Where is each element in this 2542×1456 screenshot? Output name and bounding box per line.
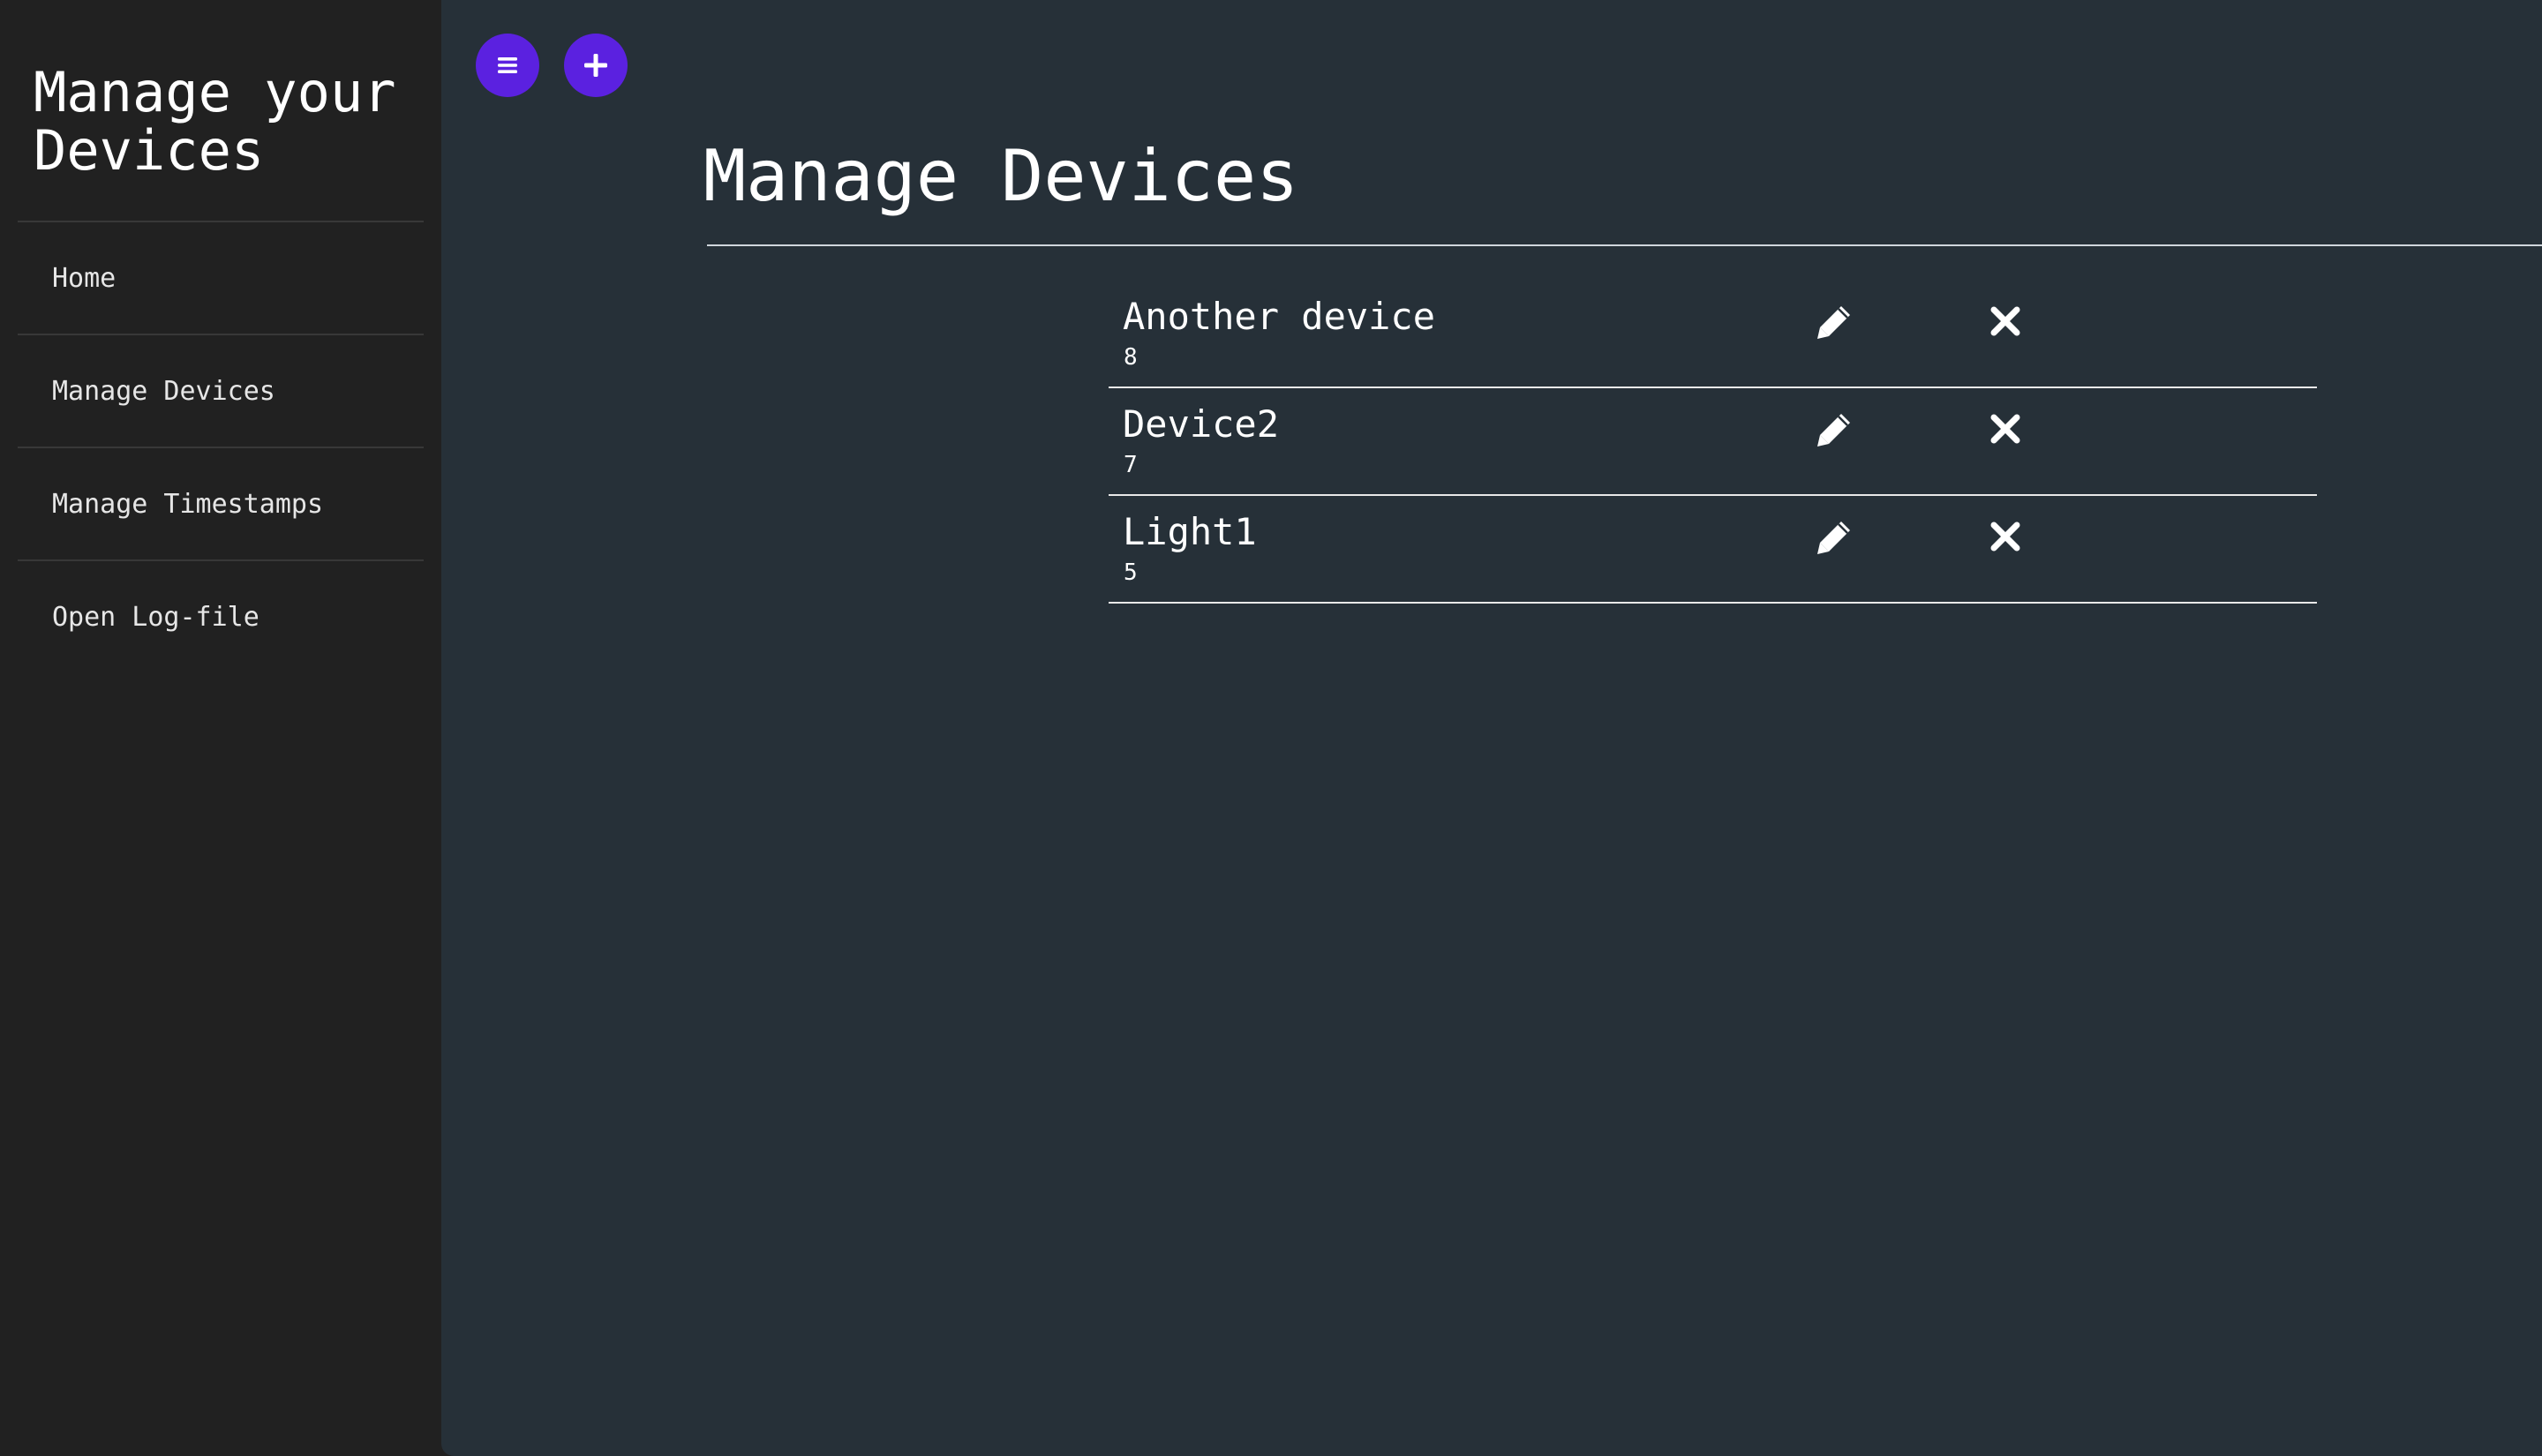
device-row: Light1 5 bbox=[1109, 496, 2317, 604]
pencil-icon bbox=[1817, 522, 1850, 554]
sidebar-item-home[interactable]: Home bbox=[18, 221, 424, 334]
device-list: Another device 8 Device2 7 Light1 5 bbox=[1109, 281, 2317, 604]
delete-button[interactable] bbox=[1981, 296, 2030, 346]
title-divider bbox=[707, 244, 2542, 246]
delete-button[interactable] bbox=[1981, 512, 2030, 561]
sidebar-item-open-log-file[interactable]: Open Log-file bbox=[18, 559, 424, 672]
device-name: Device2 bbox=[1123, 402, 1280, 446]
sidebar-item-label: Home bbox=[52, 262, 117, 294]
edit-button[interactable] bbox=[1810, 404, 1860, 454]
add-device-button[interactable] bbox=[564, 34, 628, 97]
sidebar-item-manage-devices[interactable]: Manage Devices bbox=[18, 334, 424, 447]
menu-icon bbox=[498, 57, 517, 73]
close-icon bbox=[1990, 306, 2020, 336]
main-content: Manage Devices Another device 8 Device2 bbox=[441, 0, 2542, 1456]
sidebar-title: Manage your Devices bbox=[34, 60, 396, 183]
device-id: 7 bbox=[1124, 452, 1138, 478]
close-icon bbox=[1990, 414, 2020, 444]
plus-icon bbox=[584, 54, 607, 77]
page-title: Manage Devices bbox=[703, 135, 1299, 217]
device-row: Another device 8 bbox=[1109, 281, 2317, 388]
sidebar-nav: Home Manage Devices Manage Timestamps Op… bbox=[18, 221, 424, 672]
menu-button[interactable] bbox=[476, 34, 539, 97]
device-id: 8 bbox=[1124, 344, 1138, 371]
delete-button[interactable] bbox=[1981, 404, 2030, 454]
sidebar-item-label: Open Log-file bbox=[52, 601, 259, 633]
device-id: 5 bbox=[1124, 559, 1138, 586]
edit-button[interactable] bbox=[1810, 512, 1860, 561]
pencil-icon bbox=[1817, 414, 1850, 447]
sidebar-item-manage-timestamps[interactable]: Manage Timestamps bbox=[18, 447, 424, 559]
pencil-icon bbox=[1817, 306, 1850, 339]
close-icon bbox=[1990, 522, 2020, 552]
sidebar: Manage your Devices Home Manage Devices … bbox=[0, 0, 441, 1456]
device-name: Another device bbox=[1123, 295, 1436, 338]
device-row: Device2 7 bbox=[1109, 388, 2317, 496]
edit-button[interactable] bbox=[1810, 296, 1860, 346]
sidebar-item-label: Manage Timestamps bbox=[52, 488, 324, 520]
device-name: Light1 bbox=[1123, 510, 1257, 553]
sidebar-item-label: Manage Devices bbox=[52, 375, 275, 407]
